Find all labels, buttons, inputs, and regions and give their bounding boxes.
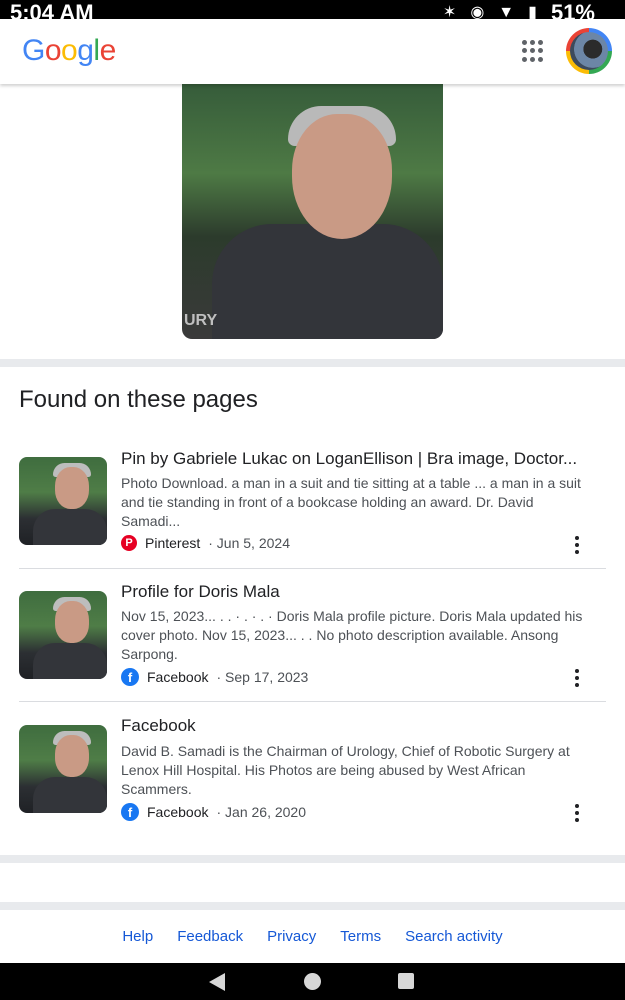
search-image-preview[interactable]: URY <box>182 84 443 339</box>
section-divider <box>0 359 625 367</box>
search-activity-link[interactable]: Search activity <box>405 928 503 945</box>
logo-letter: o <box>44 34 62 67</box>
source-name: Pinterest <box>145 535 201 551</box>
more-options-icon[interactable] <box>571 804 583 822</box>
result-snippet: David B. Samadi is the Chairman of Urolo… <box>121 743 570 797</box>
facebook-icon: f <box>121 803 139 821</box>
section-title: Found on these pages <box>19 386 258 413</box>
more-options-icon[interactable] <box>571 536 583 554</box>
home-icon[interactable] <box>304 973 321 990</box>
apps-grid-icon[interactable] <box>522 40 544 62</box>
recent-apps-icon[interactable] <box>398 973 414 989</box>
image-watermark: URY <box>184 312 218 329</box>
result-snippet: Nov 15, 2023... . . · . · . · Doris Mala… <box>121 608 583 662</box>
system-nav-bar <box>0 963 625 1000</box>
pinterest-icon: P <box>121 535 137 551</box>
result-divider <box>19 568 606 569</box>
result-thumbnail[interactable] <box>19 457 107 545</box>
result-date: · Jun 5, 2024 <box>208 535 290 551</box>
result-date: · Sep 17, 2023 <box>216 669 309 685</box>
section-divider <box>0 855 625 863</box>
logo-letter: G <box>22 34 45 67</box>
battery-percent: 51% <box>550 0 595 20</box>
help-link[interactable]: Help <box>122 928 153 945</box>
logo-letter: g <box>77 34 94 67</box>
result-divider <box>19 701 606 702</box>
result-date: · Jan 26, 2020 <box>216 804 306 820</box>
source-name: Facebook <box>147 804 209 820</box>
battery-icon: ▮ <box>528 4 537 19</box>
result-title[interactable]: Profile for Doris Mala <box>121 582 280 602</box>
google-logo[interactable]: Google <box>22 34 116 68</box>
result-source: f Facebook · Jan 26, 2020 <box>121 803 306 821</box>
status-time: 5:04 AM <box>10 0 94 20</box>
status-icons: ✶ ◉ ▼ ▮ 51% <box>442 0 595 20</box>
result-thumbnail[interactable] <box>19 591 107 679</box>
account-avatar[interactable] <box>566 28 612 74</box>
more-options-icon[interactable] <box>571 669 583 687</box>
result-title[interactable]: Facebook <box>121 716 196 736</box>
status-bar: 5:04 AM ✶ ◉ ▼ ▮ 51% <box>0 0 625 19</box>
app-header: Google <box>0 19 625 84</box>
result-snippet: Photo Download. a man in a suit and tie … <box>121 475 581 529</box>
result-title[interactable]: Pin by Gabriele Lukac on LoganEllison | … <box>121 449 577 469</box>
privacy-link[interactable]: Privacy <box>267 928 316 945</box>
terms-link[interactable]: Terms <box>340 928 381 945</box>
facebook-icon: f <box>121 668 139 686</box>
result-source: P Pinterest · Jun 5, 2024 <box>121 535 290 551</box>
bluetooth-icon: ✶ <box>442 4 457 19</box>
footer-links: Help Feedback Privacy Terms Search activ… <box>0 910 625 963</box>
result-source: f Facebook · Sep 17, 2023 <box>121 668 308 686</box>
logo-letter: e <box>99 34 117 67</box>
section-divider <box>0 902 625 910</box>
source-name: Facebook <box>147 669 209 685</box>
logo-letter: o <box>61 34 78 67</box>
location-icon: ◉ <box>470 4 485 19</box>
feedback-link[interactable]: Feedback <box>177 928 243 945</box>
back-icon[interactable] <box>209 973 225 991</box>
result-thumbnail[interactable] <box>19 725 107 813</box>
wifi-icon: ▼ <box>498 4 515 19</box>
